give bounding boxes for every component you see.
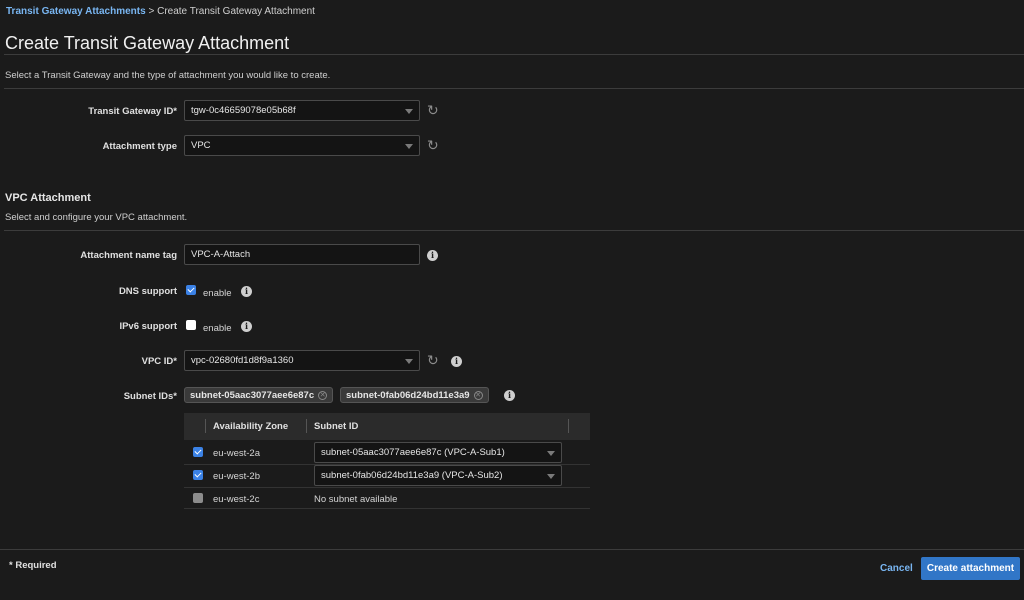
ipv6-support-checkbox[interactable] bbox=[186, 320, 196, 330]
row-az: eu-west-2b bbox=[213, 471, 260, 482]
ipv6-enable-text: enable bbox=[203, 323, 232, 334]
breadcrumb-separator: > bbox=[145, 6, 158, 17]
dns-label: DNS support bbox=[118, 286, 177, 297]
row-subnet-value: subnet-0fab06d24bd11e3a9 (VPC-A-Sub2) bbox=[321, 470, 503, 481]
chevron-down-icon bbox=[405, 359, 413, 364]
info-icon[interactable]: i bbox=[241, 321, 252, 332]
row-divider bbox=[184, 508, 590, 509]
dns-enable-text: enable bbox=[203, 288, 232, 299]
row-divider bbox=[184, 487, 590, 488]
breadcrumb-current: Create Transit Gateway Attachment bbox=[157, 6, 315, 17]
row-az: eu-west-2c bbox=[213, 494, 260, 505]
required-note: * Required bbox=[9, 560, 57, 571]
column-divider bbox=[205, 419, 206, 433]
chevron-down-icon bbox=[405, 109, 413, 114]
row-subnet-value: subnet-05aac3077aee6e87c (VPC-A-Sub1) bbox=[321, 447, 505, 458]
remove-icon[interactable]: ✕ bbox=[473, 390, 483, 400]
row-checkbox bbox=[193, 493, 203, 503]
chevron-down-icon bbox=[547, 451, 555, 456]
vpc-section-subtitle: Select and configure your VPC attachment… bbox=[5, 212, 188, 223]
refresh-icon[interactable]: ↻ bbox=[427, 103, 439, 117]
row-checkbox[interactable] bbox=[193, 447, 203, 457]
subnet-token-label: subnet-0fab06d24bd11e3a9 bbox=[346, 390, 470, 401]
create-attachment-button[interactable]: Create attachment bbox=[921, 557, 1020, 580]
table-header: Availability Zone Subnet ID bbox=[184, 413, 590, 440]
page-title: Create Transit Gateway Attachment bbox=[5, 33, 290, 53]
subnet-token-label: subnet-05aac3077aee6e87c bbox=[190, 390, 315, 401]
tgw-select[interactable]: tgw-0c46659078e05b68f bbox=[184, 100, 420, 121]
subnet-token[interactable]: subnet-05aac3077aee6e87c ✕ bbox=[184, 387, 334, 403]
subnet-ids-label: Subnet IDs* bbox=[123, 391, 177, 402]
vpc-id-select[interactable]: vpc-02680fd1d8f9a1360 bbox=[184, 350, 420, 371]
column-divider bbox=[568, 419, 569, 433]
breadcrumb: Transit Gateway Attachments > Create Tra… bbox=[6, 6, 315, 17]
subnet-token[interactable]: subnet-0fab06d24bd11e3a9 ✕ bbox=[340, 387, 489, 403]
divider bbox=[4, 230, 1024, 231]
info-icon[interactable]: i bbox=[241, 286, 252, 297]
tgw-select-value: tgw-0c46659078e05b68f bbox=[191, 105, 296, 116]
refresh-icon[interactable]: ↻ bbox=[427, 138, 439, 152]
refresh-icon[interactable]: ↻ bbox=[427, 353, 439, 367]
info-icon[interactable]: i bbox=[451, 356, 462, 367]
type-label: Attachment type bbox=[102, 141, 177, 152]
dns-support-checkbox[interactable] bbox=[186, 285, 196, 295]
remove-icon[interactable]: ✕ bbox=[318, 390, 328, 400]
row-no-subnet: No subnet available bbox=[314, 494, 398, 505]
row-subnet-select[interactable]: subnet-05aac3077aee6e87c (VPC-A-Sub1) bbox=[314, 442, 562, 463]
vpc-section-title: VPC Attachment bbox=[5, 192, 91, 204]
ipv6-label: IPv6 support bbox=[119, 321, 177, 332]
vpc-id-value: vpc-02680fd1d8f9a1360 bbox=[191, 355, 294, 366]
info-icon[interactable]: i bbox=[504, 390, 515, 401]
divider bbox=[4, 54, 1024, 55]
attachment-type-select[interactable]: VPC bbox=[184, 135, 420, 156]
column-header-az: Availability Zone bbox=[213, 421, 289, 432]
column-header-subnet: Subnet ID bbox=[314, 421, 359, 432]
attachment-type-value: VPC bbox=[191, 140, 211, 151]
subnet-table: Availability Zone Subnet ID eu-west-2a s… bbox=[184, 413, 590, 509]
chevron-down-icon bbox=[405, 144, 413, 149]
row-subnet-select[interactable]: subnet-0fab06d24bd11e3a9 (VPC-A-Sub2) bbox=[314, 465, 562, 486]
footer-divider bbox=[0, 549, 1024, 550]
intro-text: Select a Transit Gateway and the type of… bbox=[5, 70, 331, 81]
row-az: eu-west-2a bbox=[213, 448, 260, 459]
name-tag-input[interactable] bbox=[184, 244, 420, 265]
row-checkbox[interactable] bbox=[193, 470, 203, 480]
tgw-label: Transit Gateway ID* bbox=[88, 106, 177, 117]
column-divider bbox=[306, 419, 307, 433]
info-icon[interactable]: i bbox=[427, 250, 438, 261]
name-tag-label: Attachment name tag bbox=[80, 250, 177, 261]
divider bbox=[4, 88, 1024, 89]
vpc-id-label: VPC ID* bbox=[141, 356, 177, 367]
breadcrumb-link-attachments[interactable]: Transit Gateway Attachments bbox=[6, 6, 146, 17]
chevron-down-icon bbox=[547, 474, 555, 479]
cancel-button[interactable]: Cancel bbox=[880, 563, 913, 574]
